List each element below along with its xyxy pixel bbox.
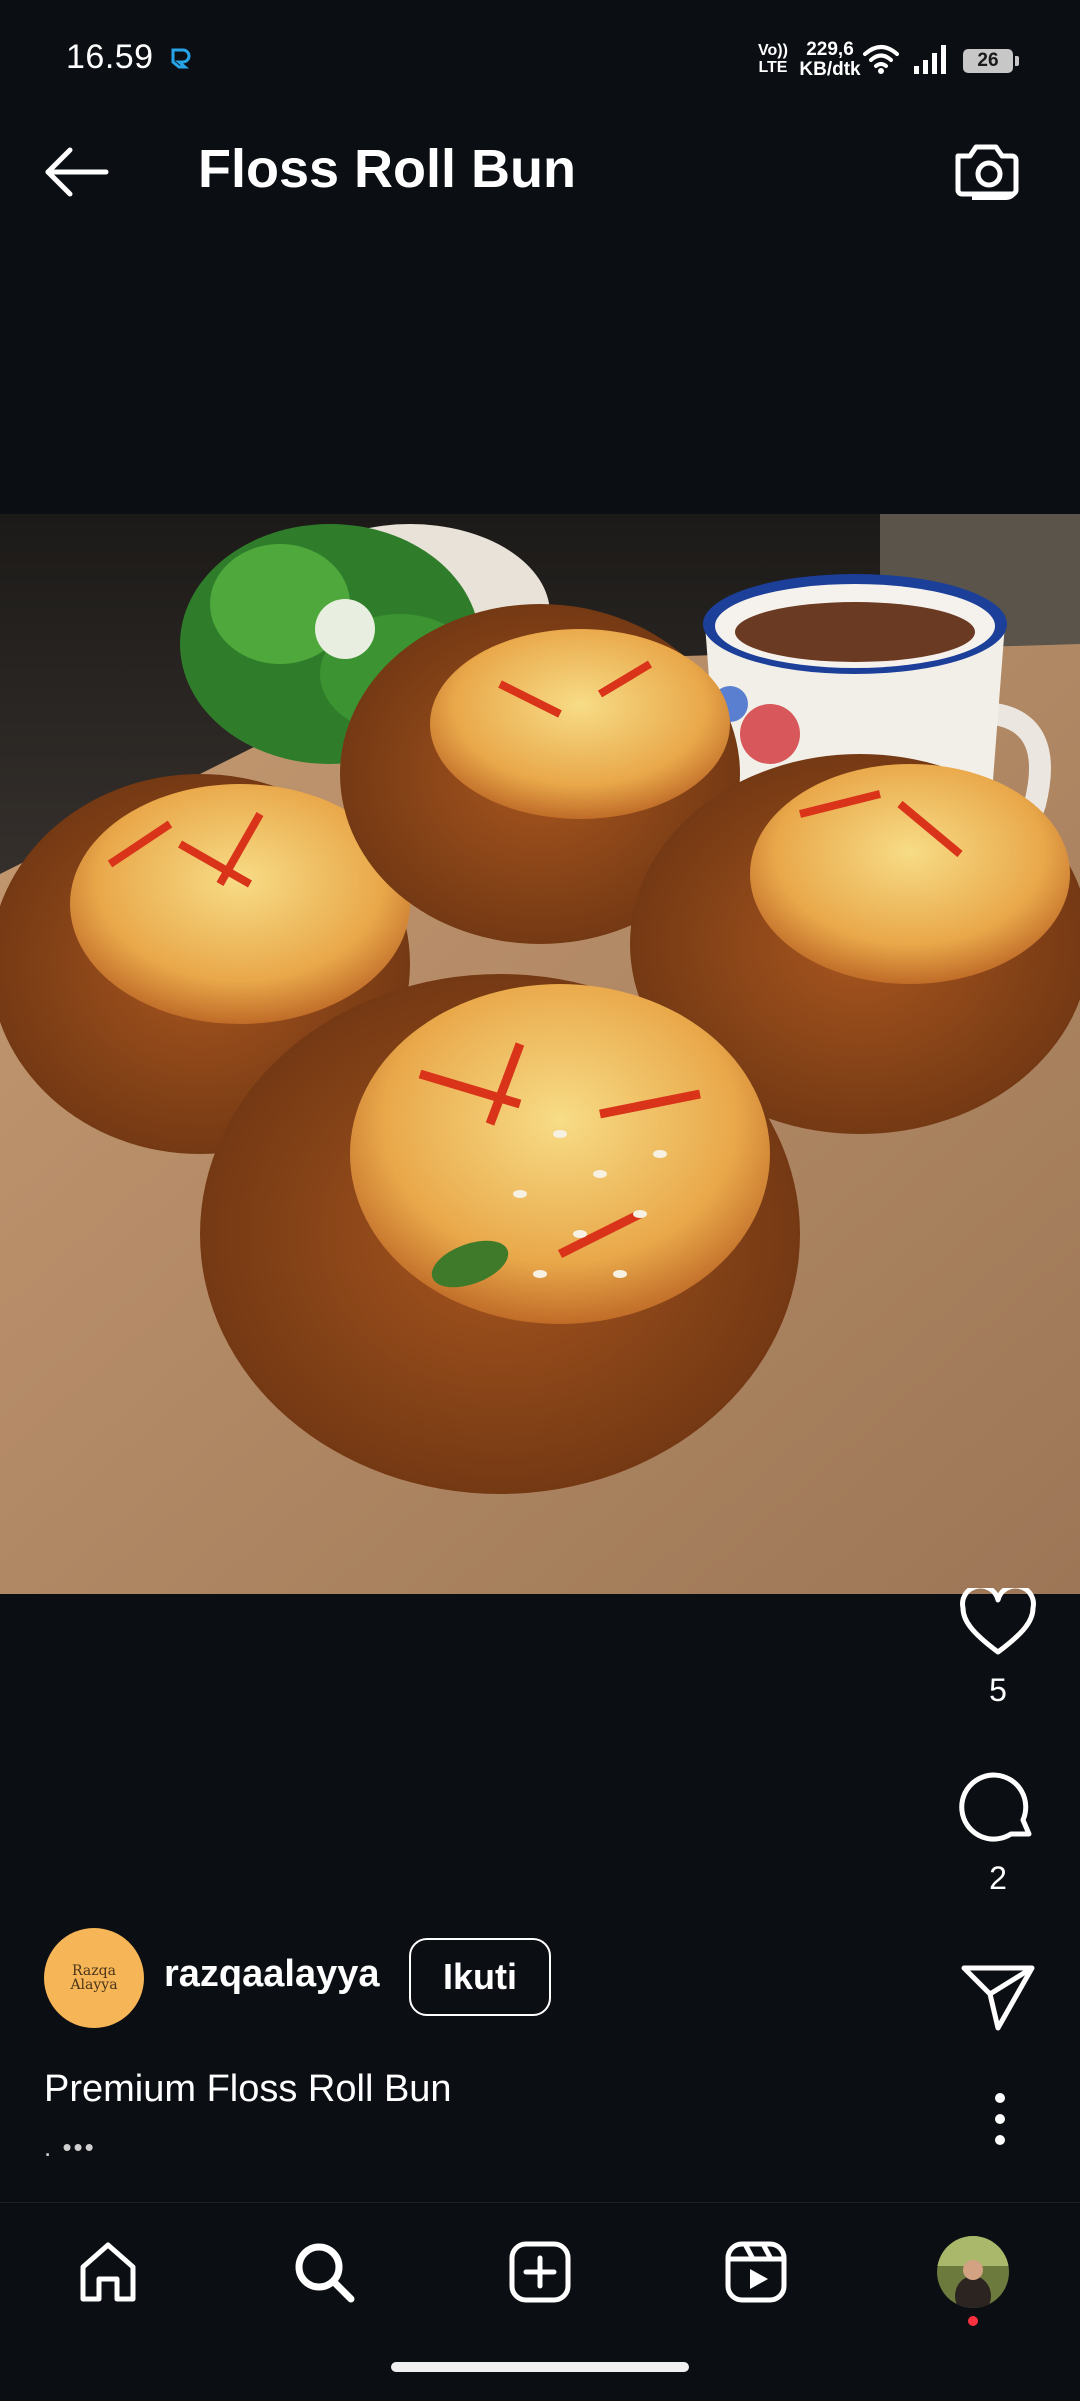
speed-unit: KB/dtk [799, 59, 861, 80]
nav-profile[interactable] [933, 2232, 1013, 2312]
create-icon [509, 2241, 571, 2303]
avatar-line2: Alayya [70, 1977, 118, 1993]
volte-indicator: Vo)) LTE [758, 42, 788, 76]
network-speed: 229,6 KB/dtk [798, 40, 862, 80]
like-count: 5 [989, 1672, 1007, 1708]
search-icon [295, 2243, 355, 2303]
camera-icon [955, 144, 1019, 200]
heart-icon [960, 1588, 1036, 1655]
like-button[interactable] [959, 1588, 1037, 1658]
comment-group: 2 [948, 1772, 1048, 1897]
nav-create[interactable] [500, 2232, 580, 2312]
volte-line1: Vo)) [758, 42, 788, 59]
author-avatar[interactable]: Razqa Alayya [44, 1928, 144, 2028]
more-options-button[interactable] [976, 2090, 1024, 2148]
bun-front [200, 974, 800, 1494]
status-time: 16.59 [66, 38, 154, 76]
comment-icon [959, 1772, 1032, 1842]
share-button[interactable] [958, 1960, 1038, 2032]
avatar-line1: Razqa [72, 1963, 116, 1979]
camera-button[interactable] [952, 138, 1026, 204]
nav-home[interactable] [68, 2232, 148, 2312]
home-icon [80, 2242, 136, 2302]
nav-reels[interactable] [716, 2232, 796, 2312]
nav-search[interactable] [284, 2232, 364, 2312]
page-title: Floss Roll Bun [198, 139, 576, 199]
speed-value: 229,6 [806, 39, 854, 60]
signal-icon [914, 45, 946, 74]
comment-button[interactable] [959, 1772, 1037, 1846]
home-indicator[interactable] [391, 2362, 689, 2372]
post-caption[interactable]: Premium Floss Roll Bun [44, 2068, 452, 2111]
volte-line2: LTE [758, 59, 788, 76]
send-icon [961, 1965, 1035, 2031]
back-button[interactable] [40, 140, 120, 204]
caption-more[interactable]: . ••• [44, 2132, 96, 2163]
app-notification-icon [171, 48, 191, 69]
battery-indicator: 26 [963, 49, 1019, 73]
wifi-icon [863, 45, 899, 74]
follow-button[interactable]: Ikuti [409, 1938, 551, 2016]
like-group: 5 [948, 1588, 1048, 1709]
reels-icon [725, 2241, 787, 2303]
comment-count: 2 [989, 1860, 1007, 1896]
more-vertical-icon [995, 2093, 1005, 2145]
notification-dot [968, 2316, 978, 2326]
back-arrow-icon [45, 147, 109, 197]
profile-avatar [937, 2236, 1009, 2308]
author-username[interactable]: razqaalayya [164, 1953, 380, 1996]
post-image [0, 514, 1080, 1594]
